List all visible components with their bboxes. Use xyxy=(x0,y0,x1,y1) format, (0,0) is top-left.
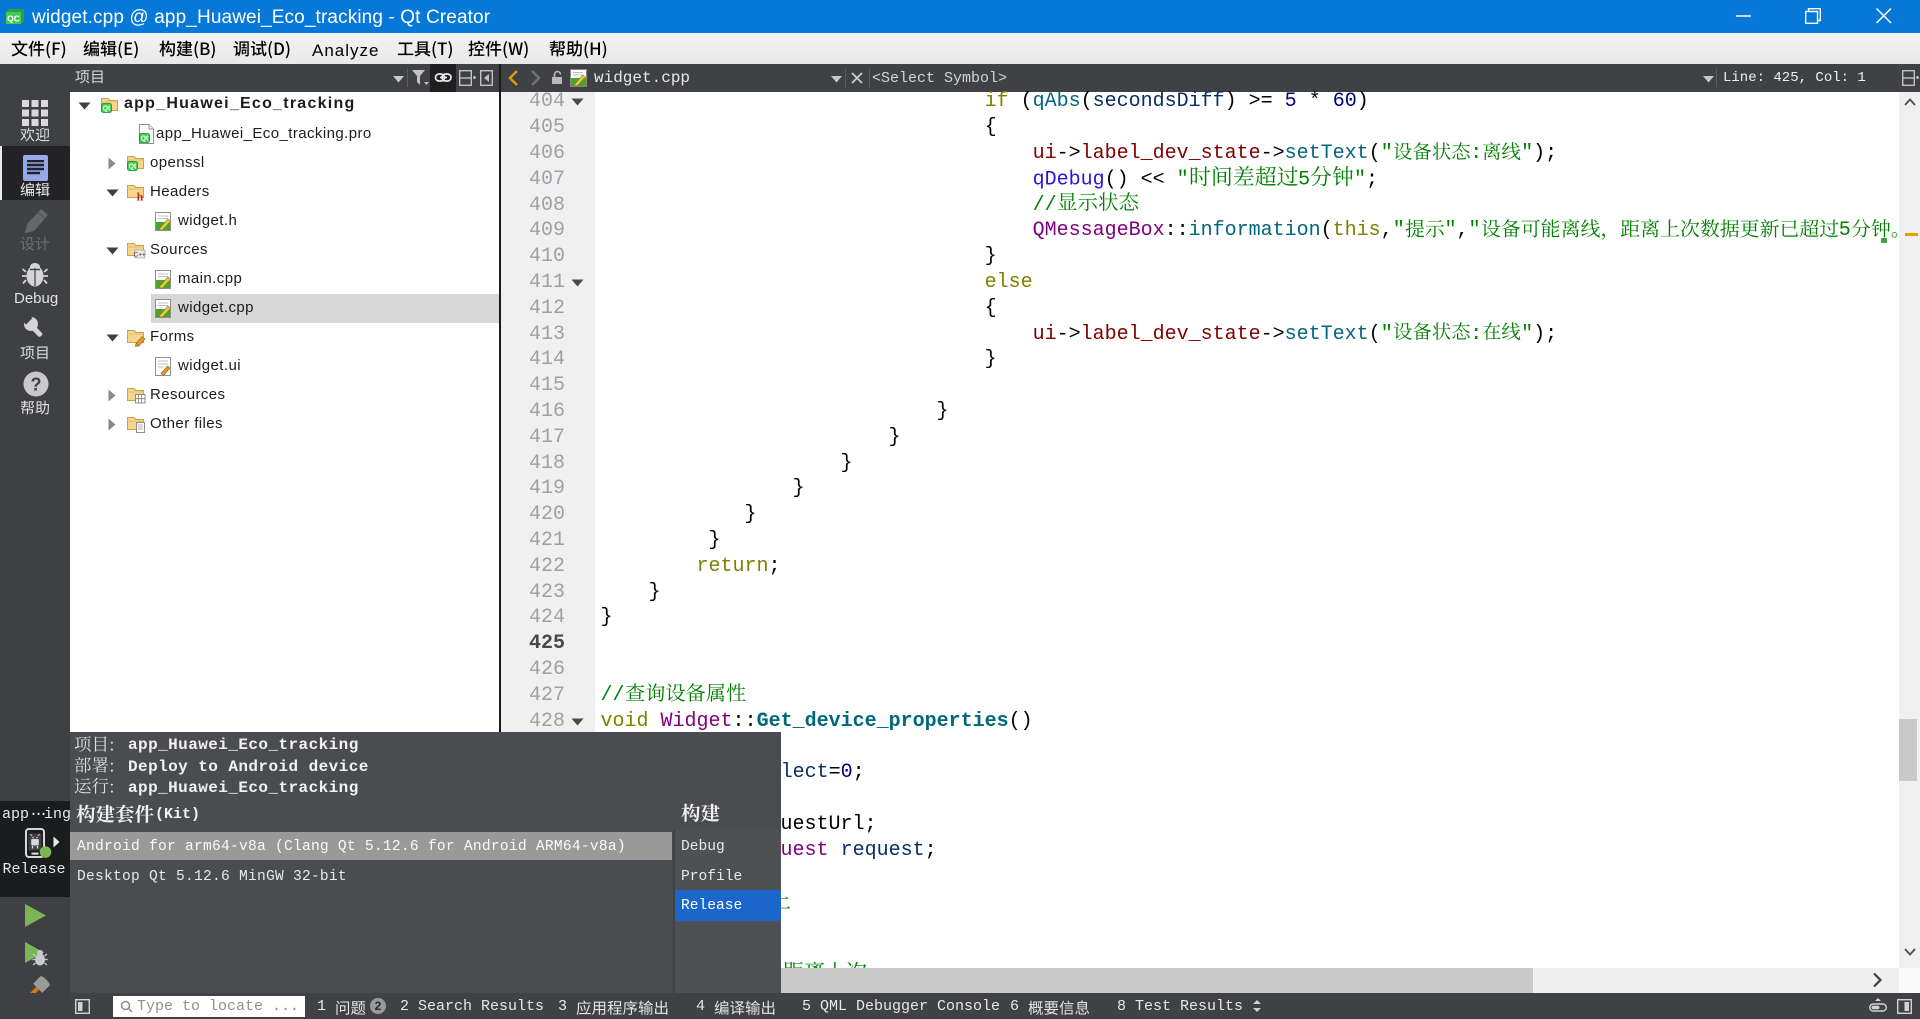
svg-text:QC: QC xyxy=(7,14,20,24)
svg-text:Qt: Qt xyxy=(103,105,111,112)
svg-text:h: h xyxy=(137,189,144,203)
svg-text:C++: C++ xyxy=(134,251,146,258)
svg-text:?: ? xyxy=(31,374,42,394)
svg-text:Qt: Qt xyxy=(141,135,149,142)
svg-text:Qt: Qt xyxy=(129,163,137,170)
